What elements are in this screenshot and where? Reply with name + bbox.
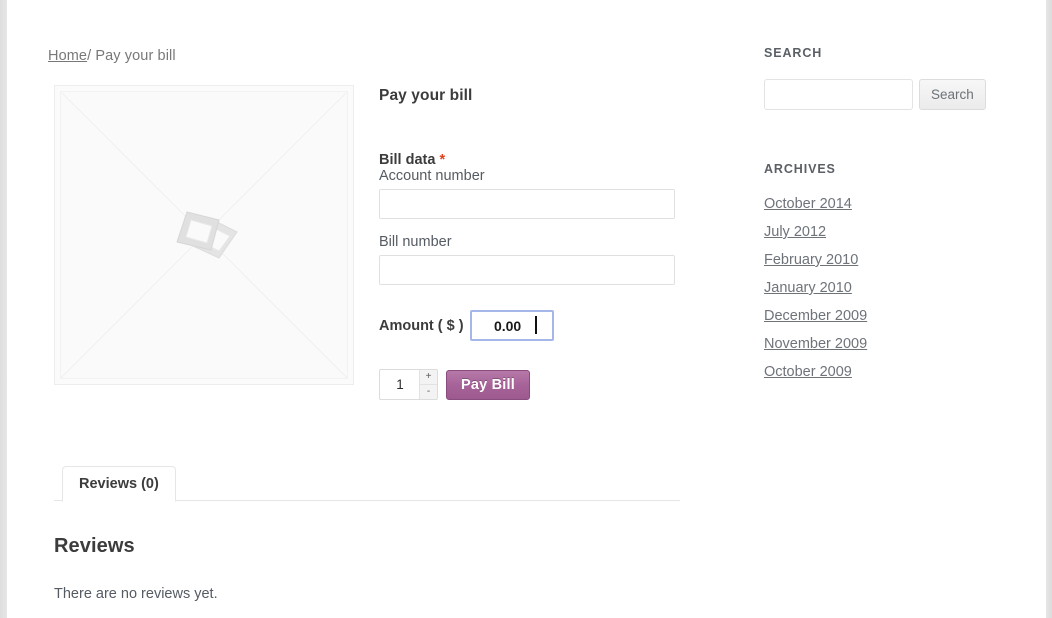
archive-link-july-2012[interactable]: July 2012 xyxy=(764,224,826,240)
product-summary: Pay your bill Bill data * Account number… xyxy=(379,85,679,400)
search-widget-title: SEARCH xyxy=(764,46,823,60)
product-image-frame xyxy=(54,85,354,385)
amount-input-wrapper xyxy=(469,310,554,341)
archive-link-october-2014[interactable]: October 2014 xyxy=(764,196,852,212)
required-asterisk: * xyxy=(439,152,446,168)
archive-link-february-2010[interactable]: February 2010 xyxy=(764,252,858,268)
product-tabs: Reviews (0) Reviews There are no reviews… xyxy=(54,466,680,602)
bill-number-label: Bill number xyxy=(379,234,452,250)
account-number-label: Account number xyxy=(379,168,485,184)
breadcrumb-link-home[interactable]: Home xyxy=(48,48,87,64)
archives-widget: ARCHIVES October 2014 July 2012 February… xyxy=(764,162,974,381)
archive-link-december-2009[interactable]: December 2009 xyxy=(764,308,867,324)
reviews-heading: Reviews xyxy=(54,535,135,557)
breadcrumb: Home/ Pay your bill xyxy=(48,48,176,64)
archive-link-november-2009[interactable]: November 2009 xyxy=(764,336,867,352)
account-number-input[interactable] xyxy=(379,189,675,219)
archive-link-january-2010[interactable]: January 2010 xyxy=(764,280,852,296)
list-item: July 2012 xyxy=(764,223,974,241)
search-form: Search xyxy=(764,79,986,110)
tabs-list: Reviews (0) xyxy=(54,466,680,502)
amount-row: Amount ( $ ) xyxy=(379,310,679,341)
image-placeholder-icon xyxy=(176,211,238,259)
quantity-input[interactable] xyxy=(380,370,420,399)
list-item: January 2010 xyxy=(764,279,974,297)
text-cursor xyxy=(535,316,537,334)
browser-viewport: Home/ Pay your bill Pay your bill Bill d… xyxy=(0,0,1052,618)
page-right-margin xyxy=(1046,0,1052,618)
quantity-stepper[interactable]: + - xyxy=(379,369,438,400)
quantity-buttons: + - xyxy=(419,370,437,399)
list-item: October 2009 xyxy=(764,363,974,381)
tab-reviews[interactable]: Reviews (0) xyxy=(62,466,176,502)
archives-widget-title: ARCHIVES xyxy=(764,162,836,176)
amount-label: Amount ( $ ) xyxy=(379,317,464,334)
page-title: Pay your bill xyxy=(379,87,473,104)
bill-number-input[interactable] xyxy=(379,255,675,285)
amount-input[interactable] xyxy=(469,310,554,341)
archives-list: October 2014 July 2012 February 2010 Jan… xyxy=(764,195,974,381)
list-item: October 2014 xyxy=(764,195,974,213)
search-input[interactable] xyxy=(764,79,913,110)
list-item: December 2009 xyxy=(764,307,974,325)
page-left-margin xyxy=(0,0,7,618)
breadcrumb-current: Pay your bill xyxy=(95,48,176,64)
bill-data-group-label: Bill data * xyxy=(379,152,679,168)
page-content-area: Home/ Pay your bill Pay your bill Bill d… xyxy=(7,0,1046,618)
placeholder-image xyxy=(60,91,348,379)
add-to-cart-row: + - Pay Bill xyxy=(379,369,679,400)
list-item: February 2010 xyxy=(764,251,974,269)
search-button[interactable]: Search xyxy=(919,79,986,110)
no-reviews-message: There are no reviews yet. xyxy=(54,586,218,602)
bill-data-text: Bill data xyxy=(379,152,436,168)
quantity-decrease-button[interactable]: - xyxy=(420,385,437,399)
list-item: November 2009 xyxy=(764,335,974,353)
archive-link-october-2009[interactable]: October 2009 xyxy=(764,364,852,380)
tab-panel-reviews: Reviews There are no reviews yet. xyxy=(54,501,680,602)
pay-bill-button[interactable]: Pay Bill xyxy=(446,369,530,400)
breadcrumb-separator: / xyxy=(87,48,92,64)
sidebar: SEARCH Search ARCHIVES October 2014 July… xyxy=(764,46,986,391)
quantity-increase-button[interactable]: + xyxy=(420,370,437,385)
search-widget: SEARCH Search xyxy=(764,46,986,110)
